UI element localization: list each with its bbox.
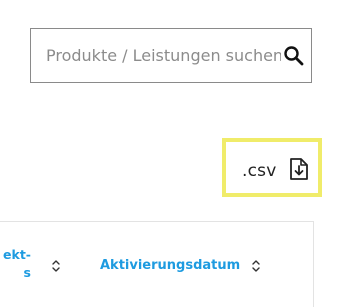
column-header-product-truncated[interactable]: ekt- s <box>0 246 31 282</box>
column-header-activation-date[interactable]: Aktivierungsdatum <box>100 258 240 273</box>
file-download-icon <box>289 157 309 181</box>
csv-export-label: .csv <box>242 161 277 181</box>
search-icon[interactable] <box>283 45 305 67</box>
column-header-label-line2: s <box>23 265 31 280</box>
csv-export-button[interactable]: .csv <box>222 138 322 197</box>
sort-updown-icon[interactable] <box>51 258 61 272</box>
column-header-label-line1: ekt- <box>3 247 31 262</box>
search-input[interactable] <box>31 29 281 82</box>
table-header: ekt- s Aktivierungsdatum <box>0 221 314 307</box>
sort-updown-icon[interactable] <box>251 258 261 272</box>
search-box <box>30 28 312 83</box>
page: .csv ekt- s Aktivierungsdatum <box>0 0 337 307</box>
